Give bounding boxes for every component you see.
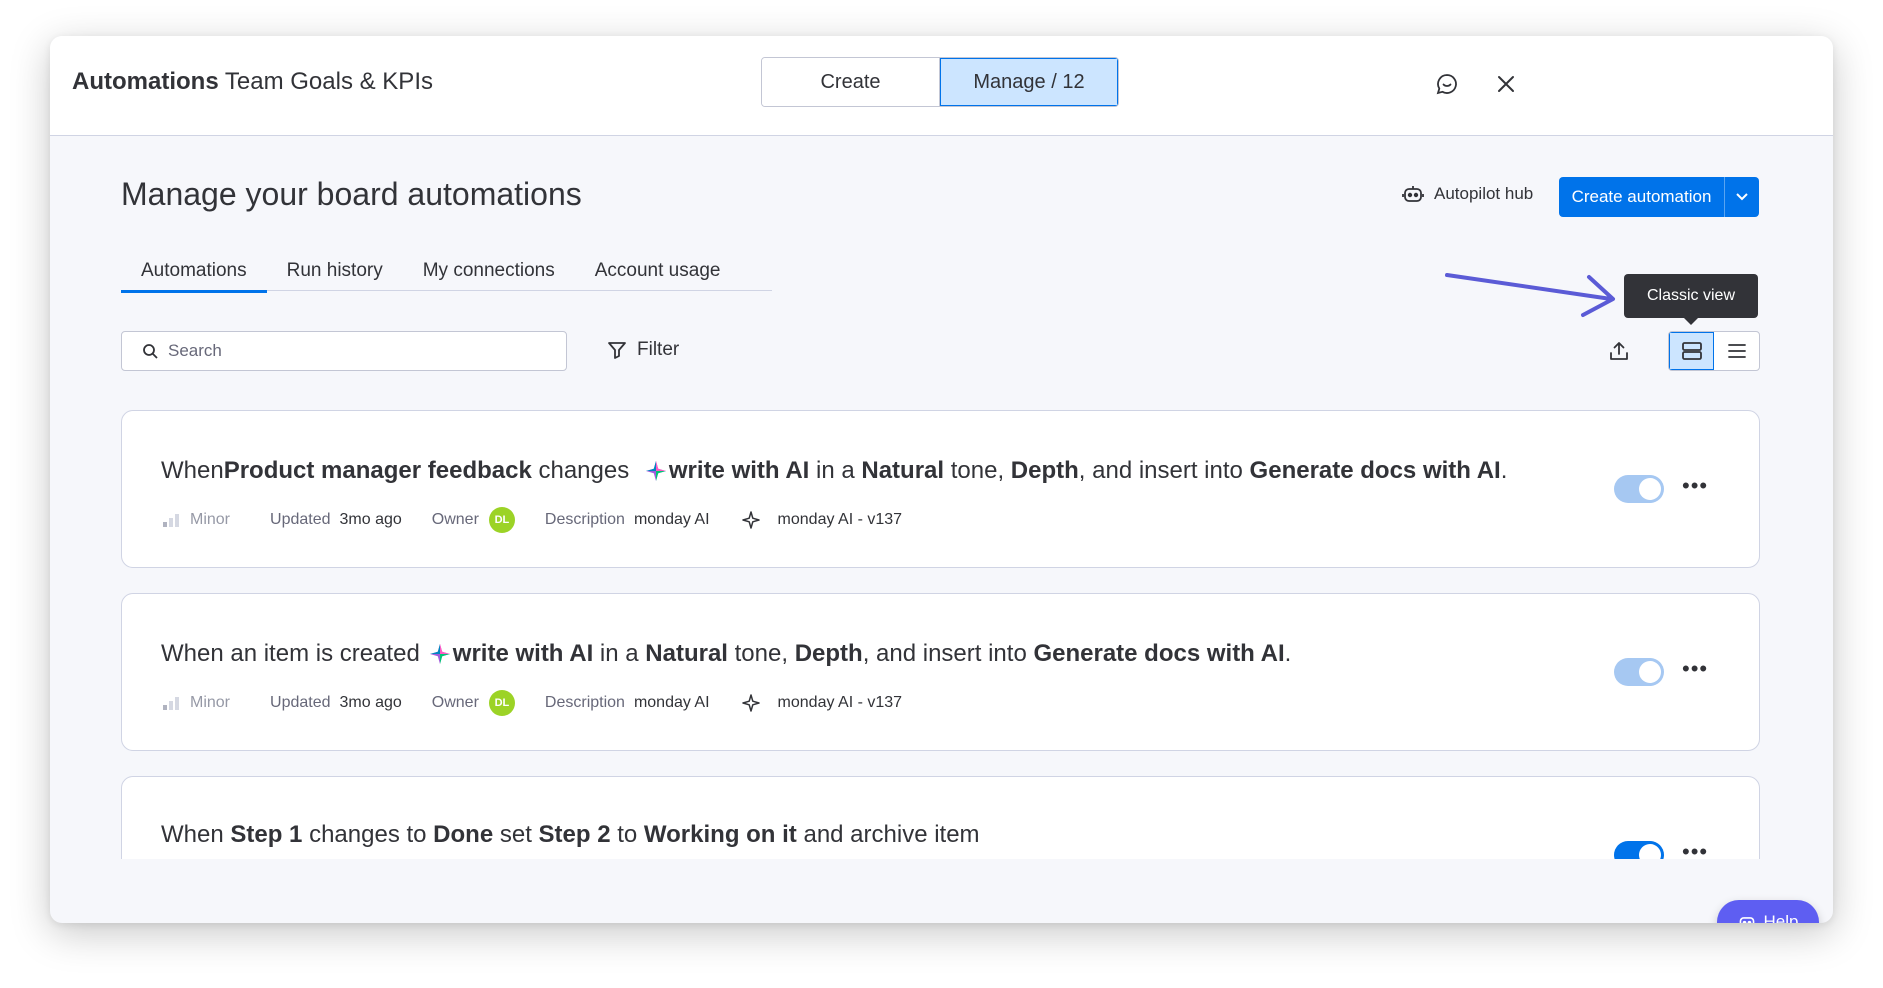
card-view-icon [1681,342,1702,360]
list-view-button[interactable] [1714,332,1759,370]
classic-view-tooltip: Classic view [1624,274,1758,325]
filter-icon [608,342,626,359]
description-label: Description [544,694,625,711]
owner-label: Owner [431,694,479,711]
create-automation-button[interactable]: Create automation [1559,177,1759,217]
version-label: monday AI - v137 [777,694,903,711]
avatar[interactable]: DL [488,690,515,716]
list-view-icon [1727,344,1746,358]
priority-bars-icon [163,514,179,527]
filter-button[interactable]: Filter [607,339,679,361]
tab-automations[interactable]: Automations [121,251,267,293]
ai-sparkle-icon [429,644,450,664]
chevron-down-icon[interactable] [1725,177,1759,217]
board-name: Team Goals & KPIs [218,68,433,95]
modal-title: Automations Team Goals & KPIs [72,68,433,96]
tab-my-connections[interactable]: My connections [403,251,575,291]
more-options-icon[interactable]: ••• [1682,656,1708,682]
filter-label: Filter [637,339,680,360]
manage-segment[interactable]: Manage / 12 [940,58,1118,106]
search-icon [143,344,158,359]
automation-meta: Minor Updated 3mo ago Owner DL Descripti… [162,690,902,716]
priority-bars-icon [163,697,179,710]
automation-card[interactable]: When Product manager feedback changes wr… [121,410,1760,568]
automation-sentence: When Product manager feedback changes wr… [161,457,1508,484]
annotation-arrow [1445,273,1615,317]
updated-label: Updated [270,694,331,711]
sparkle-outline-icon [741,694,760,712]
tab-bar: Automations Run history My connections A… [121,251,772,293]
feedback-icon[interactable] [1432,69,1462,99]
autopilot-hub-label: Autopilot hub [1434,184,1534,203]
modal-header: Automations Team Goals & KPIs Create Man… [50,36,1833,136]
title-bold: Automations [72,68,219,95]
updated-label: Updated [270,511,331,528]
automation-card[interactable]: When Step 1 changes to Done set Step 2 t… [121,776,1760,859]
robot-icon [1739,917,1754,923]
close-icon[interactable] [1491,69,1521,99]
automation-sentence: When an item is created write with AI in… [161,640,1292,667]
create-automation-label[interactable]: Create automation [1559,177,1725,217]
help-label: Help [1763,912,1799,923]
automation-sentence: When Step 1 changes to Done set Step 2 t… [161,821,980,848]
avatar[interactable]: DL [488,507,515,533]
autopilot-hub-link[interactable]: Autopilot hub [1402,184,1533,204]
create-segment[interactable]: Create [762,58,940,106]
description-value: monday AI [633,694,710,711]
owner-label: Owner [431,511,479,528]
robot-icon [1402,186,1424,202]
automation-list: When Product manager feedback changes wr… [121,410,1760,859]
automations-modal: Automations Team Goals & KPIs Create Man… [50,36,1833,923]
automation-toggle[interactable] [1614,475,1664,503]
description-value: monday AI [633,511,710,528]
automation-meta: Minor Updated 3mo ago Owner DL Descripti… [162,507,902,533]
automation-toggle[interactable] [1614,658,1664,686]
description-label: Description [544,511,625,528]
more-options-icon[interactable]: ••• [1682,839,1708,859]
updated-value: 3mo ago [339,694,402,711]
automation-card[interactable]: When an item is created write with AI in… [121,593,1760,751]
help-button[interactable]: Help [1717,900,1819,923]
export-icon[interactable] [1602,334,1636,368]
level-label: Minor [190,694,231,711]
automation-toggle[interactable] [1614,841,1664,859]
tab-run-history[interactable]: Run history [267,251,403,291]
updated-value: 3mo ago [339,511,402,528]
tab-account-usage[interactable]: Account usage [575,251,741,291]
more-options-icon[interactable]: ••• [1682,473,1708,499]
version-label: monday AI - v137 [777,511,903,528]
view-toggle [1668,331,1760,371]
classic-view-button[interactable] [1669,332,1714,370]
search-placeholder: Search [168,341,222,360]
page-title: Manage your board automations [121,176,582,212]
search-input[interactable]: Search [121,331,567,371]
sparkle-outline-icon [741,511,760,529]
mode-segmented-control: Create Manage / 12 [761,57,1119,107]
ai-sparkle-icon [645,461,666,481]
level-label: Minor [190,511,231,528]
